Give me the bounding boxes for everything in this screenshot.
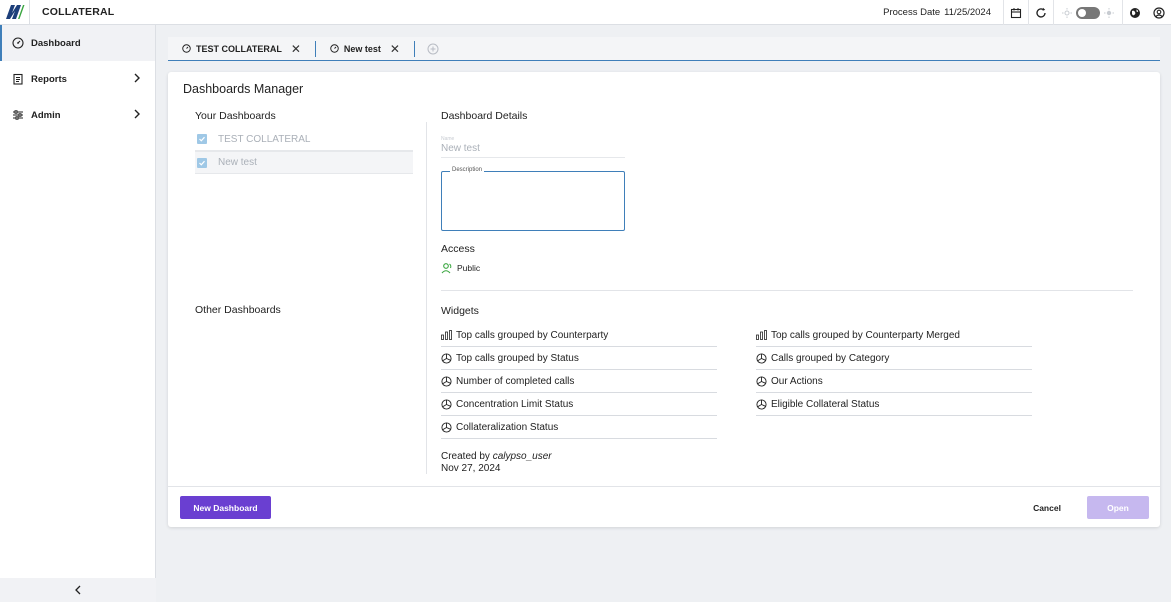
- add-tab-button[interactable]: [415, 43, 451, 55]
- details-divider: [441, 290, 1133, 291]
- widget-item[interactable]: Concentration Limit Status: [441, 393, 717, 416]
- access-heading: Access: [441, 243, 475, 255]
- widget-item[interactable]: Top calls grouped by Counterparty: [441, 324, 717, 347]
- pie-chart-icon: [441, 375, 452, 387]
- tab-label: New test: [343, 43, 381, 54]
- column-divider: [426, 122, 427, 474]
- widget-item[interactable]: Our Actions: [756, 370, 1032, 393]
- widget-item[interactable]: Eligible Collateral Status: [756, 393, 1032, 416]
- cancel-button[interactable]: Cancel: [1021, 496, 1073, 519]
- sidebar-item-label: Admin: [31, 109, 61, 121]
- checkbox-checked-icon[interactable]: [197, 157, 207, 168]
- list-item-test-collateral[interactable]: TEST COLLATERAL: [195, 128, 413, 151]
- widget-item[interactable]: Collateralization Status: [441, 416, 717, 439]
- sidebar-item-label: Reports: [31, 73, 67, 85]
- user-icon[interactable]: [1147, 0, 1171, 25]
- app-logo[interactable]: [0, 0, 30, 25]
- pie-chart-icon: [441, 398, 452, 410]
- brightness-icon: [1104, 7, 1114, 18]
- bar-chart-icon: [441, 330, 452, 341]
- page-title: Dashboards Manager: [183, 82, 304, 96]
- logo-icon: [5, 5, 24, 19]
- pie-chart-icon: [756, 375, 767, 387]
- dashboard-icon: [182, 44, 191, 53]
- description-label: Description: [450, 167, 485, 173]
- widget-item[interactable]: Top calls grouped by Counterparty Merged: [756, 324, 1032, 347]
- reports-icon: [11, 72, 25, 86]
- close-icon[interactable]: ✕: [291, 42, 301, 56]
- widget-item[interactable]: Calls grouped by Category: [756, 347, 1032, 370]
- bar-chart-icon: [756, 330, 767, 341]
- globe-icon[interactable]: [1123, 0, 1147, 25]
- process-date-value[interactable]: 11/25/2024: [944, 7, 991, 18]
- dashboard-icon: [11, 36, 25, 50]
- toggle-switch[interactable]: [1076, 6, 1100, 19]
- pie-chart-icon: [441, 352, 452, 364]
- plus-circle-icon: [427, 43, 439, 54]
- app-title: COLLATERAL: [42, 6, 115, 18]
- name-field-label: Name: [441, 136, 455, 142]
- description-field[interactable]: Description: [441, 167, 625, 231]
- list-item-label: New test: [218, 157, 257, 168]
- top-bar: COLLATERAL Process Date 11/25/2024: [0, 0, 1171, 25]
- dashboard-details-heading: Dashboard Details: [441, 110, 528, 122]
- calendar-icon[interactable]: [1004, 0, 1028, 25]
- tab-test-collateral[interactable]: TEST COLLATERAL ✕: [168, 37, 315, 61]
- new-dashboard-button[interactable]: New Dashboard: [180, 496, 271, 519]
- close-icon[interactable]: ✕: [390, 42, 400, 56]
- open-button[interactable]: Open: [1087, 496, 1149, 519]
- theme-toggle[interactable]: [1054, 0, 1122, 25]
- other-dashboards-heading: Other Dashboards: [195, 304, 281, 316]
- sidebar-item-dashboard[interactable]: Dashboard: [0, 25, 155, 61]
- dashboards-manager-card: Dashboards Manager Your Dashboards TEST …: [168, 72, 1160, 527]
- pie-chart-icon: [441, 421, 452, 433]
- access-value: Public: [441, 262, 480, 274]
- widget-item[interactable]: Top calls grouped by Status: [441, 347, 717, 370]
- refresh-icon[interactable]: [1029, 0, 1053, 25]
- chevron-left-icon: [75, 585, 81, 595]
- your-dashboards-heading: Your Dashboards: [195, 110, 276, 122]
- created-date: Nov 27, 2024: [441, 463, 501, 474]
- widgets-heading: Widgets: [441, 305, 479, 317]
- created-by-user: calypso_user: [492, 451, 552, 462]
- sidebar: Dashboard Reports Admin: [0, 25, 156, 602]
- sun-icon: [1062, 7, 1072, 18]
- chevron-right-icon[interactable]: [133, 73, 141, 83]
- user-public-icon: [441, 263, 452, 274]
- tab-new-test[interactable]: New test ✕: [316, 37, 414, 61]
- pie-chart-icon: [756, 352, 767, 364]
- name-field[interactable]: New test: [441, 143, 625, 158]
- created-info: Created by calypso_user Nov 27, 2024: [441, 451, 552, 474]
- widget-item[interactable]: Number of completed calls: [441, 370, 717, 393]
- process-date-label: Process Date: [883, 7, 941, 18]
- chevron-right-icon[interactable]: [133, 109, 141, 119]
- footer-divider: [168, 486, 1160, 487]
- sidebar-item-label: Dashboard: [31, 37, 81, 49]
- list-item-new-test[interactable]: New test: [195, 151, 413, 174]
- list-item-label: TEST COLLATERAL: [218, 133, 311, 145]
- admin-sliders-icon: [11, 108, 25, 122]
- sidebar-item-reports[interactable]: Reports: [0, 61, 155, 97]
- tab-label: TEST COLLATERAL: [196, 43, 282, 54]
- sidebar-collapse-button[interactable]: [0, 578, 156, 602]
- sidebar-item-admin[interactable]: Admin: [0, 97, 155, 133]
- checkbox-checked-icon[interactable]: [197, 134, 207, 144]
- dashboard-tabs: TEST COLLATERAL ✕ New test ✕: [168, 37, 1160, 61]
- dashboard-icon: [330, 44, 339, 53]
- pie-chart-icon: [756, 398, 767, 410]
